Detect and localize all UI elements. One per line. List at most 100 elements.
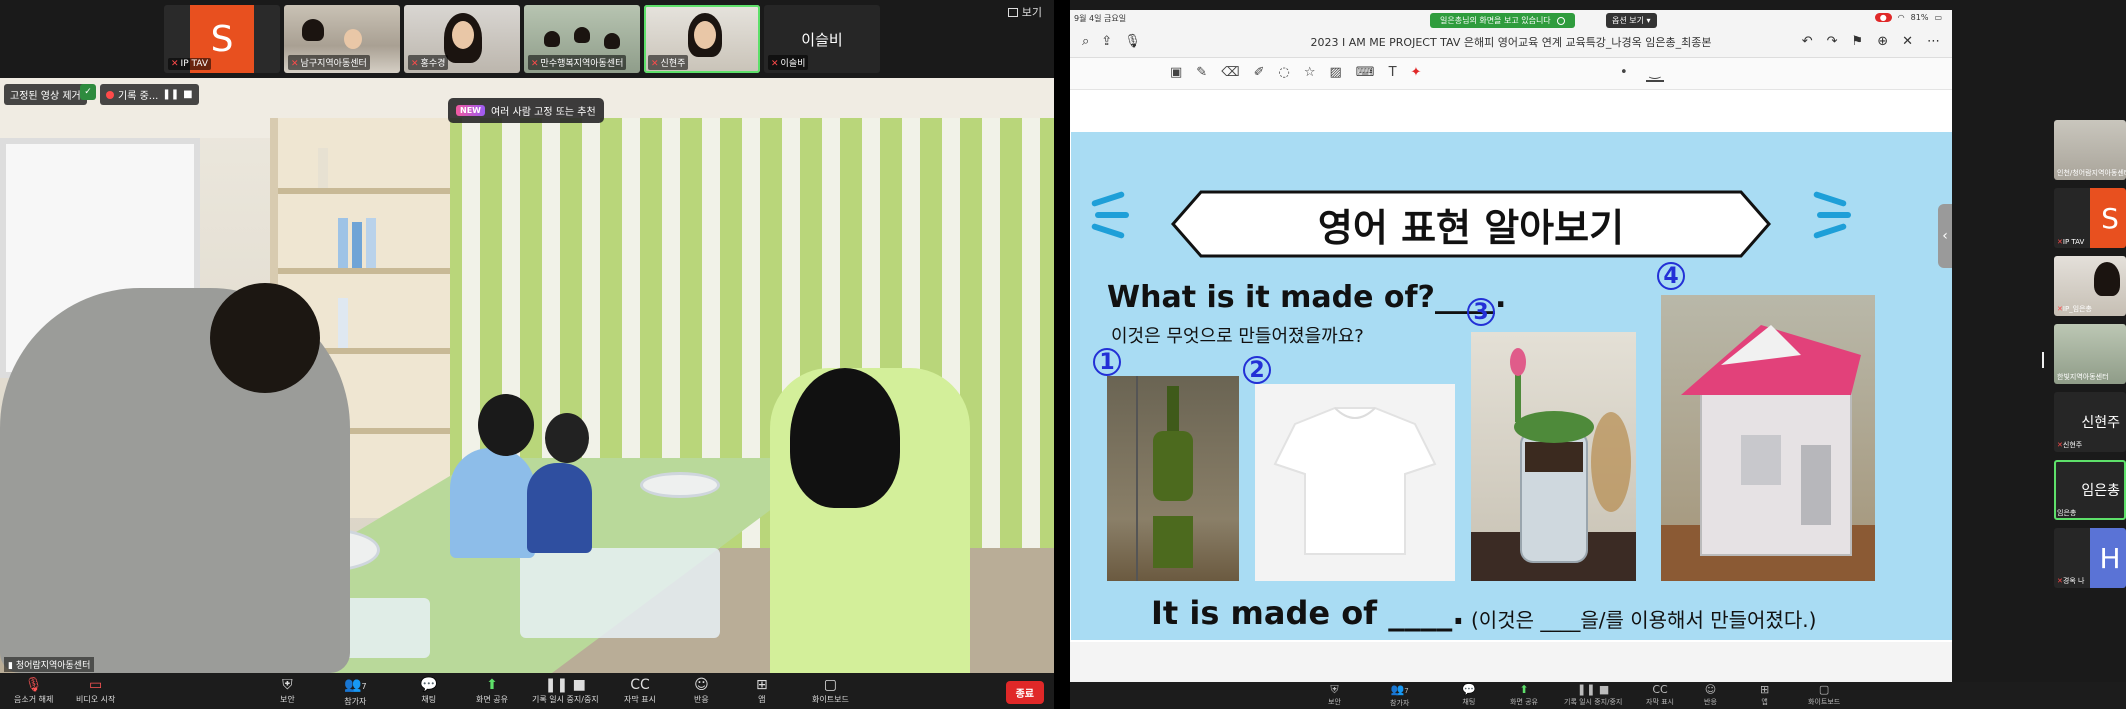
- redo-icon[interactable]: ↷: [1827, 34, 1838, 49]
- sidebar-handle[interactable]: ‹: [1938, 204, 1952, 268]
- thumbnail-ip-tav[interactable]: S ✕ IP TAV: [164, 5, 280, 73]
- thumbnail-hong[interactable]: ✕ 홍수경: [404, 5, 520, 73]
- video-person: [790, 368, 900, 508]
- whiteboard-button[interactable]: ▢ 화이트보드: [812, 676, 849, 705]
- mic-muted-icon: ✕: [651, 59, 659, 69]
- chevron-left-icon: ‹: [1942, 228, 1948, 244]
- pause-icon[interactable]: ❚❚: [162, 89, 179, 100]
- recording-indicator[interactable]: 기록 중... ❚❚ ■: [100, 84, 199, 105]
- reactions-button[interactable]: ☺ 반응: [694, 676, 709, 705]
- shield-icon: ✓: [80, 84, 96, 100]
- gallery-tile[interactable]: S ✕IP TAV: [2054, 188, 2126, 248]
- record-pause-button[interactable]: ❚❚ ■ 기록 일시 중지/중지: [532, 676, 599, 705]
- thumbnail-label: ✕ 이슬비: [768, 55, 809, 70]
- shapes-icon[interactable]: ☆: [1304, 65, 1316, 80]
- security-button[interactable]: ⛨ 보안: [280, 676, 295, 705]
- start-video-button[interactable]: ▭ 비디오 시작: [76, 676, 115, 705]
- thumbnail-mansu[interactable]: ✕ 만수행복지역아동센터: [524, 5, 640, 73]
- view-options-button[interactable]: 옵션 보기 ▾: [1606, 13, 1657, 28]
- presentation-slide: 영어 표현 알아보기 What is it made of?____. 이것은 …: [1071, 132, 1952, 709]
- stroke-icon[interactable]: ‿: [1645, 65, 1665, 82]
- video-person: [478, 394, 534, 456]
- image-scan-icon[interactable]: ▣: [1170, 65, 1182, 80]
- text-icon[interactable]: T: [1389, 65, 1397, 80]
- thumbnail-namgu[interactable]: ✕ 남구지역아동센터: [284, 5, 400, 73]
- apps-button[interactable]: ⊞ 앱: [1760, 683, 1769, 707]
- video-person: [544, 31, 560, 47]
- thumbnail-strip: S ✕IP TAV ✕남구지역아동센터 ✕홍수경 ✕만수행복지역아동센터: [164, 5, 880, 73]
- gallery-tile[interactable]: H ✕경옥 나: [2054, 528, 2126, 588]
- end-button[interactable]: 종료: [1005, 681, 1044, 704]
- thumbnail-lee[interactable]: 이슬비 ✕ 이슬비: [764, 5, 880, 73]
- video-person: [604, 33, 620, 49]
- gallery-tile[interactable]: 임은총 임은총: [2054, 460, 2126, 520]
- stop-icon[interactable]: [1556, 16, 1565, 25]
- photo-cardboard-house: [1661, 295, 1875, 581]
- mic-muted-icon: ✕: [411, 59, 419, 69]
- mic-muted-icon: 🎙: [24, 677, 43, 693]
- whiteboard-button[interactable]: ▢ 화이트보드: [1808, 683, 1840, 707]
- recording-label: 기록 중...: [118, 91, 159, 102]
- gallery-tile[interactable]: 인천/청어람지역아동센터: [2054, 120, 2126, 180]
- captions-button[interactable]: CC 자막 표시: [624, 676, 656, 705]
- chat-icon: 💬: [1462, 683, 1476, 696]
- shield-icon: ⛨: [282, 677, 293, 693]
- keyboard-icon[interactable]: ⌨: [1356, 65, 1375, 80]
- lasso-icon[interactable]: ◌: [1279, 65, 1290, 80]
- view-button[interactable]: 보기: [1007, 4, 1042, 20]
- zoom-window-right: 9월 4일 금요일 ● ◠ 81% ▭ ⌕ ⇪ 🎙 2023 I AM ME P…: [1070, 0, 2126, 709]
- security-button[interactable]: ⛨ 보안: [1328, 683, 1341, 707]
- thumbnail-shin[interactable]: ✕ 신현주: [644, 5, 760, 73]
- stop-icon[interactable]: ■: [183, 89, 192, 100]
- record-icon: ●: [1874, 13, 1892, 22]
- toast-text: 여러 사람 고정 또는 추천: [490, 107, 596, 118]
- color-dot-icon[interactable]: •: [1620, 65, 1628, 82]
- image-icon[interactable]: ▨: [1330, 65, 1342, 80]
- video-person: [452, 21, 474, 49]
- share-screen-button[interactable]: ⬆ 화면 공유: [1510, 683, 1538, 707]
- number-label: 4: [1657, 262, 1685, 290]
- remove-pinned-button[interactable]: 고정된 영상 제거: [4, 84, 87, 105]
- tile-label: ✕IP TAV: [2057, 238, 2085, 246]
- participants-button[interactable]: 👥7 참가자: [1390, 683, 1409, 708]
- participants-button[interactable]: 👥7 참가자: [344, 676, 367, 707]
- unmute-button[interactable]: 🎙 음소거 해제: [14, 676, 53, 705]
- reactions-button[interactable]: ☺ 반응: [1704, 683, 1717, 707]
- share-screen-button[interactable]: ⬆ 화면 공유: [476, 676, 508, 705]
- close-icon[interactable]: ✕: [1902, 34, 1913, 49]
- laser-pointer-icon[interactable]: ✦: [1411, 65, 1422, 80]
- view-label: 보기: [1021, 6, 1042, 19]
- avatar: H: [2090, 528, 2126, 588]
- chat-button[interactable]: 💬 채팅: [1462, 683, 1476, 707]
- apps-icon: ⊞: [1760, 683, 1770, 696]
- ipad-bottom-area: [1070, 642, 1952, 682]
- gallery-tile[interactable]: ✕IP_임은총: [2054, 256, 2126, 316]
- grid-icon: [1007, 7, 1018, 17]
- participant-name: 이슬비: [801, 30, 843, 49]
- eraser-icon[interactable]: ⌫: [1221, 65, 1239, 80]
- pause-icon: ❚❚ ■: [1577, 683, 1610, 696]
- screen-root: 보기 S ✕ IP TAV ✕ 남구지역아동센터 ✕ 홍수경 ✕ 만수행복지역아동: [0, 0, 2126, 709]
- share-banner: 일은총님의 화면을 보고 있습니다: [1430, 13, 1575, 28]
- video-person: [450, 448, 535, 558]
- apps-button[interactable]: ⊞ 앱: [756, 676, 768, 705]
- gallery-tile[interactable]: 신현주 ✕신현주: [2054, 392, 2126, 452]
- number-label: 3: [1467, 298, 1495, 326]
- document-toolbar: ⌕ ⇪ 🎙 2023 I AM ME PROJECT TAV 은해피 영어교육 …: [1070, 26, 1952, 58]
- decoration: [1817, 212, 1851, 218]
- gallery-tile[interactable]: 한빛지역아동센터: [2054, 324, 2126, 384]
- record-pause-button[interactable]: ❚❚ ■ 기록 일시 중지/중지: [1564, 683, 1622, 707]
- undo-icon[interactable]: ↶: [1802, 34, 1813, 49]
- slide-title: 영어 표현 알아보기: [1317, 205, 1625, 250]
- chat-button[interactable]: 💬 채팅: [420, 676, 437, 705]
- highlighter-icon[interactable]: ✐: [1254, 65, 1265, 80]
- pen-icon[interactable]: ✎: [1196, 65, 1207, 80]
- new-feature-toast[interactable]: NEW 여러 사람 고정 또는 추천: [448, 98, 604, 123]
- captions-button[interactable]: CC 자막 표시: [1646, 683, 1674, 707]
- more-icon[interactable]: ⋯: [1927, 34, 1940, 49]
- bookmark-icon[interactable]: ⚑: [1852, 34, 1864, 49]
- participants-icon: 👥7: [344, 677, 367, 693]
- video-person: [574, 27, 590, 43]
- main-video: [0, 78, 1054, 673]
- add-page-icon[interactable]: ⊕: [1877, 34, 1888, 49]
